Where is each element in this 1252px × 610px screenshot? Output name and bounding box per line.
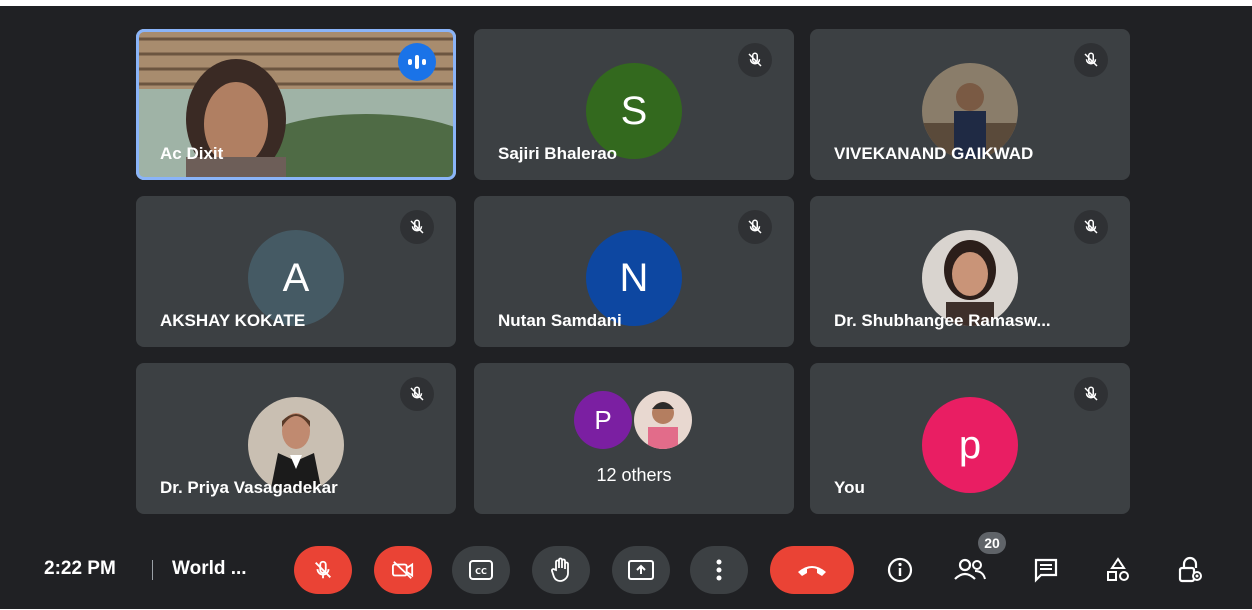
participant-name: Dr. Shubhangee Ramasw... [834, 311, 1051, 330]
host-controls-button[interactable] [1170, 552, 1210, 588]
separator [152, 560, 153, 580]
participant-tile-nutan[interactable]: N Nutan Samdani [474, 196, 794, 347]
people-icon [954, 558, 986, 580]
speaking-indicator-icon [398, 43, 436, 81]
closed-captions-icon: CC [469, 560, 493, 580]
participant-name: You [834, 478, 865, 497]
camera-off-icon [391, 561, 414, 579]
participant-tile-ac-dixit[interactable]: Ac Dixit [136, 29, 456, 180]
meeting-details-button[interactable] [880, 552, 920, 588]
avatar: P [574, 391, 632, 449]
mic-off-icon [400, 210, 434, 244]
mic-off-icon [1074, 377, 1108, 411]
more-options-button[interactable] [690, 546, 748, 594]
mic-off-icon [315, 560, 331, 579]
people-button[interactable] [950, 552, 990, 588]
camera-toggle-button[interactable] [374, 546, 432, 594]
activities-shapes-icon [1107, 557, 1129, 581]
svg-text:CC: CC [475, 567, 487, 576]
present-icon [628, 560, 654, 580]
participant-name: Nutan Samdani [498, 311, 622, 330]
others-count-label: 12 others [596, 465, 672, 485]
chat-button[interactable] [1026, 552, 1066, 588]
meeting-stage: Ac Dixit S Sajiri Bhalerao VIVEKANAND GA… [0, 6, 1252, 609]
participant-tile-sajiri[interactable]: S Sajiri Bhalerao [474, 29, 794, 180]
participant-tile-akshay[interactable]: A AKSHAY KOKATE [136, 196, 456, 347]
info-icon [887, 557, 913, 583]
meeting-time: 2:22 PM [44, 558, 116, 579]
hang-up-icon [798, 566, 826, 576]
leave-call-button[interactable] [770, 546, 854, 594]
activities-button[interactable] [1098, 552, 1138, 588]
others-tile[interactable]: P 12 others [474, 363, 794, 514]
meeting-title[interactable]: World ... [172, 558, 247, 580]
more-vert-icon [716, 559, 722, 581]
participant-tile-priya[interactable]: Dr. Priya Vasagadekar [136, 363, 456, 514]
chat-icon [1034, 558, 1058, 583]
captions-button[interactable]: CC [452, 546, 510, 594]
participant-name: Dr. Priya Vasagadekar [160, 478, 338, 497]
participant-name: Ac Dixit [160, 144, 224, 163]
mic-off-icon [400, 377, 434, 411]
mic-off-icon [738, 43, 772, 77]
hand-icon [551, 557, 569, 582]
mic-toggle-button[interactable] [294, 546, 352, 594]
participant-tile-you[interactable]: p You [810, 363, 1130, 514]
participant-count-badge: 20 [978, 532, 1006, 554]
mic-off-icon [738, 210, 772, 244]
raise-hand-button[interactable] [532, 546, 590, 594]
avatar: p [922, 397, 1018, 493]
mic-off-icon [1074, 210, 1108, 244]
lock-person-icon [1178, 556, 1202, 583]
control-bar: 2:22 PM World ... CC 20 [0, 532, 1252, 610]
participant-tile-vivekanand[interactable]: VIVEKANAND GAIKWAD [810, 29, 1130, 180]
participant-name: Sajiri Bhalerao [498, 144, 618, 163]
present-screen-button[interactable] [612, 546, 670, 594]
participant-tile-shubhangee[interactable]: Dr. Shubhangee Ramasw... [810, 196, 1130, 347]
participant-name: VIVEKANAND GAIKWAD [834, 144, 1034, 163]
participant-name: AKSHAY KOKATE [160, 311, 306, 330]
mic-off-icon [1074, 43, 1108, 77]
avatar [634, 391, 692, 449]
